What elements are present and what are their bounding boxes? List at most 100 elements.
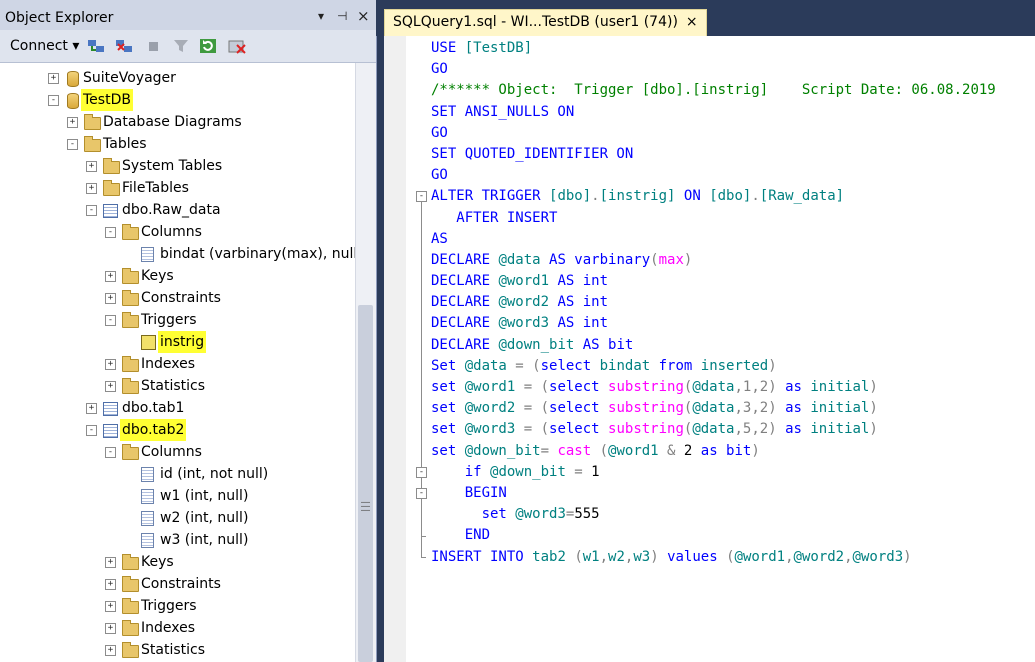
connect-button[interactable]: Connect ▾	[10, 38, 79, 54]
vertical-scrollbar[interactable]: — — —	[355, 63, 376, 662]
code-line: SET QUOTED_IDENTIFIER ON	[431, 145, 634, 162]
collapse-region-icon[interactable]: -	[416, 488, 427, 500]
tree-node[interactable]: w2 (int, null)	[0, 507, 355, 529]
pin-icon[interactable]: ⊣	[337, 9, 347, 23]
table-icon	[103, 424, 118, 438]
object-explorer-toolbar: Connect ▾	[0, 30, 376, 63]
folder-icon	[122, 356, 139, 372]
tree-node[interactable]: bindat (varbinary(max), null)	[0, 243, 363, 265]
tree-node[interactable]: + Constraints	[0, 573, 355, 595]
expand-icon[interactable]: +	[86, 161, 97, 172]
stop-icon[interactable]	[145, 38, 163, 54]
expand-icon[interactable]: +	[67, 117, 78, 128]
expand-icon[interactable]: +	[105, 271, 116, 282]
expand-icon[interactable]: +	[105, 381, 116, 392]
tree-node-label: dbo.tab2	[120, 419, 187, 441]
tree-node[interactable]: w1 (int, null)	[0, 485, 355, 507]
tree-node-label: w2 (int, null)	[160, 510, 249, 526]
tree-node-label: id (int, not null)	[160, 466, 269, 482]
tree-node[interactable]: + Keys	[0, 265, 355, 287]
tree-node[interactable]: - TestDB	[0, 89, 355, 111]
code-line: set @word2 = (select substring(@data,3,2…	[431, 400, 878, 417]
disconnect-icon[interactable]	[115, 38, 133, 54]
column-icon	[141, 467, 154, 482]
object-explorer-titlebar: Object Explorer ▾ ⊣ ×	[0, 0, 376, 30]
tree-node[interactable]: - Columns	[0, 221, 355, 243]
tree-node[interactable]: - Triggers	[0, 309, 355, 331]
collapse-icon[interactable]: -	[86, 425, 97, 436]
tree-node[interactable]: + Indexes	[0, 617, 355, 639]
collapse-icon[interactable]: -	[48, 95, 59, 106]
collapse-region-icon[interactable]: -	[416, 191, 427, 203]
expand-icon[interactable]: +	[86, 183, 97, 194]
tree-node[interactable]: + System Tables	[0, 155, 355, 177]
close-icon[interactable]: ×	[357, 7, 370, 25]
tree-node-label: Database Diagrams	[103, 114, 242, 130]
tree-node[interactable]: + SuiteVoyager	[0, 67, 355, 89]
expand-icon[interactable]: +	[105, 601, 116, 612]
tree-node[interactable]: - Columns	[0, 441, 355, 463]
tree-node[interactable]: instrig	[0, 331, 355, 353]
expand-icon[interactable]: +	[105, 359, 116, 370]
tree-node[interactable]: id (int, not null)	[0, 463, 355, 485]
code-line: set @word3=555	[431, 506, 600, 523]
column-icon	[141, 247, 154, 262]
folder-icon	[122, 268, 139, 284]
folder-icon	[122, 444, 139, 460]
collapse-icon[interactable]: -	[86, 205, 97, 216]
code-line: if @down_bit = 1	[431, 463, 600, 480]
expand-icon[interactable]: +	[105, 557, 116, 568]
tree-node[interactable]: + Triggers	[0, 595, 355, 617]
folder-icon	[122, 598, 139, 614]
collapse-icon[interactable]: -	[105, 227, 116, 238]
code-line: SET ANSI_NULLS ON	[431, 103, 575, 120]
scrollbar-thumb[interactable]	[358, 305, 373, 662]
code-area[interactable]: USE [TestDB] GO /****** Object: Trigger [d…	[431, 38, 996, 568]
expand-icon[interactable]: +	[105, 645, 116, 656]
expand-icon[interactable]: +	[105, 293, 116, 304]
tree-node[interactable]: + Database Diagrams	[0, 111, 355, 133]
refresh-icon[interactable]	[199, 38, 217, 54]
expand-icon[interactable]: +	[86, 403, 97, 414]
collapse-icon[interactable]: -	[105, 315, 116, 326]
collapse-icon[interactable]: -	[105, 447, 116, 458]
code-line: DECLARE @down_bit AS bit	[431, 336, 634, 353]
tree-node[interactable]: + Statistics	[0, 639, 355, 661]
collapse-region-icon[interactable]: -	[416, 467, 427, 478]
tree-node-label: System Tables	[122, 158, 223, 174]
tree-node-label: Keys	[141, 268, 174, 284]
tree-node[interactable]: w3 (int, null)	[0, 529, 355, 551]
code-line: set @word1 = (select substring(@data,1,2…	[431, 379, 878, 395]
tree-node[interactable]: + Keys	[0, 551, 355, 573]
tree-node[interactable]: + Statistics	[0, 375, 355, 397]
tree-node[interactable]: + dbo.tab1	[0, 397, 355, 419]
expand-icon[interactable]: +	[48, 73, 59, 84]
expand-icon[interactable]: +	[105, 623, 116, 634]
tree-node[interactable]: + FileTables	[0, 177, 355, 199]
stop-activity-icon[interactable]	[228, 38, 246, 54]
folder-icon	[122, 554, 139, 570]
close-icon[interactable]: ×	[686, 14, 698, 30]
tab-sqlquery1[interactable]: SQLQuery1.sql - WI...TestDB (user1 (74))…	[384, 9, 707, 37]
connect-object-icon[interactable]	[87, 38, 105, 54]
expand-icon[interactable]: +	[105, 579, 116, 590]
window-position-icon[interactable]: ▾	[318, 9, 324, 23]
table-icon	[103, 402, 118, 416]
tree-node[interactable]: - dbo.tab2	[0, 419, 355, 441]
tree-node[interactable]: - Tables	[0, 133, 355, 155]
code-line: set @word3 = (select substring(@data,5,2…	[431, 421, 878, 438]
tree-node[interactable]: + Indexes	[0, 353, 355, 375]
tree-node[interactable]: + Constraints	[0, 287, 355, 309]
code-line: GO	[431, 124, 448, 141]
code-line: GO	[431, 167, 448, 184]
tree-node-label: dbo.tab1	[122, 400, 185, 416]
filter-icon[interactable]	[172, 38, 190, 54]
tree-node-label: dbo.Raw_data	[122, 202, 221, 218]
tree-node[interactable]: - dbo.Raw_data	[0, 199, 355, 221]
sql-editor[interactable]: USE [TestDB] GO /****** Object: Trigger [d…	[384, 36, 1035, 662]
tree-node-label: bindat (varbinary(max), null)	[160, 246, 363, 262]
collapse-icon[interactable]: -	[67, 139, 78, 150]
tree-node-label: FileTables	[122, 180, 189, 196]
code-line: DECLARE @word2 AS int	[431, 294, 609, 311]
tree-node-label: Triggers	[141, 312, 197, 328]
